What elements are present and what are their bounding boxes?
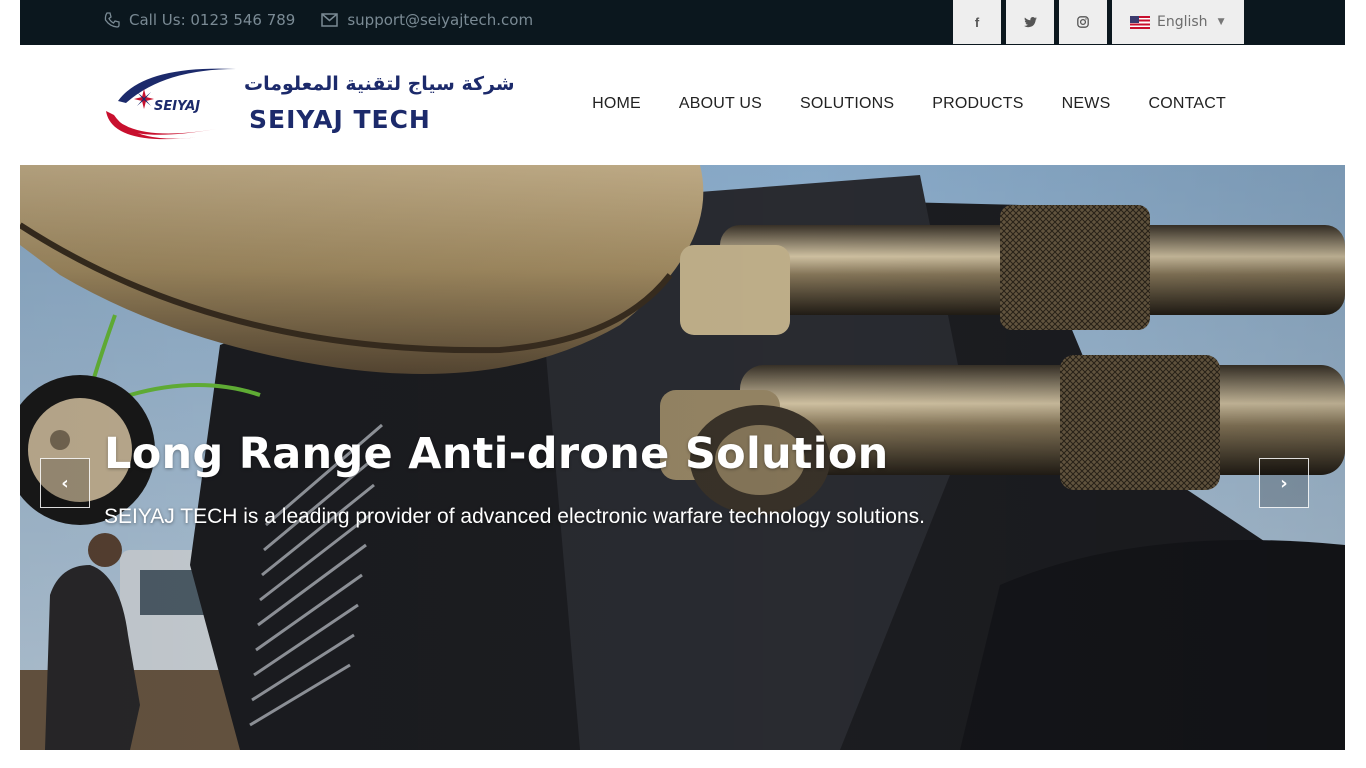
twitter-button[interactable] <box>1006 0 1054 44</box>
instagram-icon <box>1077 16 1089 28</box>
language-selector[interactable]: English ▼ <box>1112 0 1244 44</box>
topbar-actions: f English ▼ <box>953 0 1244 45</box>
phone-text: Call Us: 0123 546 789 <box>129 11 296 29</box>
nav-about-us[interactable]: ABOUT US <box>679 95 762 113</box>
contact-info: Call Us: 0123 546 789 support@seiyajtech… <box>104 11 559 29</box>
main-nav: HOME ABOUT US SOLUTIONS PRODUCTS NEWS CO… <box>554 95 1226 113</box>
facebook-icon: f <box>974 14 980 30</box>
nav-home[interactable]: HOME <box>592 95 641 113</box>
logo-arabic-text: شركة سياج لتقنية المعلومات <box>244 73 515 95</box>
slider-prev-button[interactable]: ‹ <box>40 458 90 508</box>
nav-products[interactable]: PRODUCTS <box>932 95 1023 113</box>
slider-next-button[interactable]: › <box>1259 458 1309 508</box>
logo-brand-text: SEIYAJ TECH <box>249 105 431 134</box>
twitter-icon <box>1023 16 1037 27</box>
email-text: support@seiyajtech.com <box>347 11 534 29</box>
page: Call Us: 0123 546 789 support@seiyajtech… <box>0 0 1366 768</box>
chevron-left-icon: ‹ <box>61 472 69 494</box>
phone-icon <box>104 12 120 28</box>
top-bar: Call Us: 0123 546 789 support@seiyajtech… <box>20 0 1345 45</box>
nav-news[interactable]: NEWS <box>1062 95 1111 113</box>
hero-subtitle: SEIYAJ TECH is a leading provider of adv… <box>104 505 925 528</box>
us-flag-icon <box>1130 15 1150 29</box>
site-header: SEIYAJ شركة سياج لتقنية المعلومات SEIYAJ… <box>20 45 1345 165</box>
phone-contact[interactable]: Call Us: 0123 546 789 <box>104 11 295 29</box>
hero-title: Long Range Anti-drone Solution <box>104 429 889 479</box>
chevron-right-icon: › <box>1280 472 1288 494</box>
nav-contact[interactable]: CONTACT <box>1148 95 1226 113</box>
envelope-icon <box>321 13 339 27</box>
chevron-down-icon: ▼ <box>1217 17 1225 27</box>
language-label: English <box>1157 14 1208 30</box>
logo-emblem: SEIYAJ <box>106 68 236 140</box>
nav-solutions[interactable]: SOLUTIONS <box>800 95 894 113</box>
instagram-button[interactable] <box>1059 0 1107 44</box>
site-logo[interactable]: SEIYAJ شركة سياج لتقنية المعلومات SEIYAJ… <box>104 63 515 147</box>
email-contact[interactable]: support@seiyajtech.com <box>321 11 533 29</box>
hero-slider: Long Range Anti-drone Solution SEIYAJ TE… <box>20 165 1345 750</box>
logo-emblem-text: SEIYAJ <box>154 99 200 114</box>
facebook-button[interactable]: f <box>953 0 1001 44</box>
